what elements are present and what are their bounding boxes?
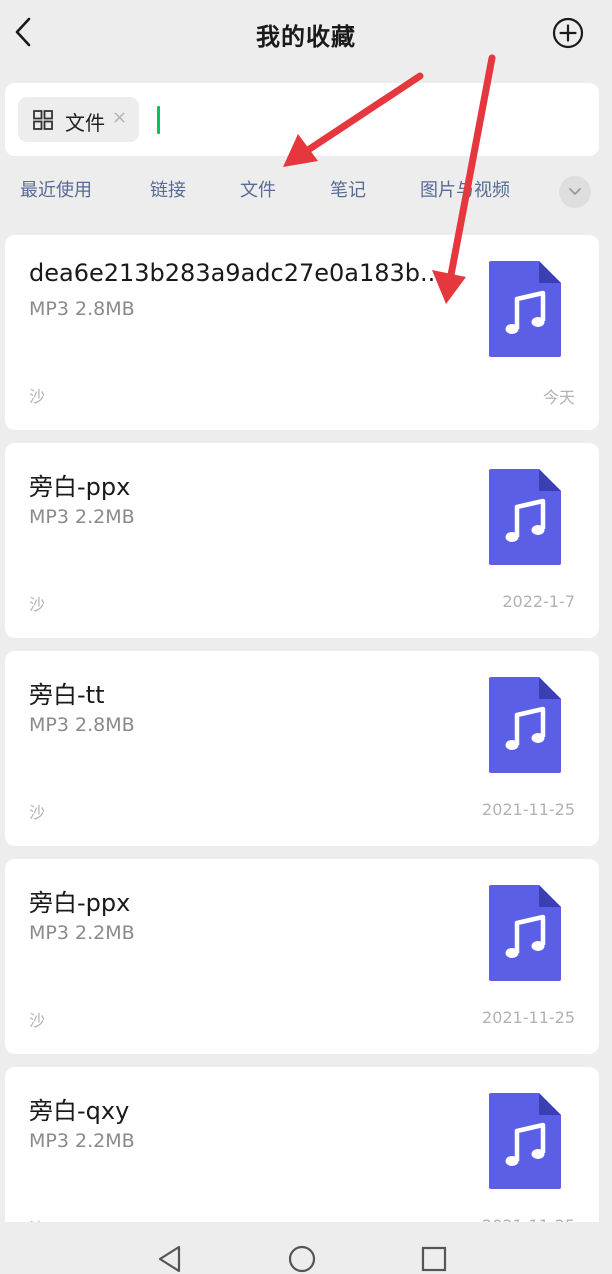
tab-links[interactable]: 链接 <box>150 176 186 202</box>
chevron-down-icon <box>569 188 581 195</box>
grid-icon <box>33 110 53 130</box>
music-file-icon <box>489 885 561 981</box>
tab-files[interactable]: 文件 <box>240 176 276 202</box>
page-title: 我的收藏 <box>256 23 356 51</box>
tab-images-videos[interactable]: 图片与视频 <box>420 176 510 202</box>
favorite-item[interactable]: dea6e213b283a9adc27e0a183b... MP3 2.8MB … <box>5 235 599 430</box>
music-file-icon <box>489 1093 561 1189</box>
tab-recent[interactable]: 最近使用 <box>20 176 92 202</box>
favorite-item[interactable]: 旁白-tt MP3 2.8MB 沙 2021-11-25 <box>5 651 599 846</box>
chip-remove-button[interactable]: × <box>112 107 127 128</box>
file-date: 2021-11-25 <box>482 1008 575 1027</box>
home-circle-icon[interactable] <box>287 1244 317 1274</box>
music-file-icon <box>489 469 561 565</box>
plus-circle-icon <box>552 17 584 49</box>
file-date: 今天 <box>542 388 575 407</box>
file-source: 沙 <box>29 803 46 822</box>
text-cursor <box>157 106 160 134</box>
music-file-icon <box>489 261 561 357</box>
favorite-item[interactable]: 旁白-ppx MP3 2.2MB 沙 2021-11-25 <box>5 859 599 1054</box>
file-meta: MP3 2.2MB <box>29 506 135 528</box>
file-name: 旁白-ppx <box>29 473 131 501</box>
file-name: 旁白-tt <box>29 681 105 709</box>
top-bar: 我的收藏 <box>0 0 612 70</box>
add-button[interactable] <box>552 17 584 49</box>
category-tabs: 最近使用 链接 文件 笔记 图片与视频 <box>0 170 612 214</box>
file-source: 沙 <box>29 1011 46 1030</box>
file-meta: MP3 2.8MB <box>29 714 135 736</box>
file-meta: MP3 2.8MB <box>29 298 135 320</box>
file-meta: MP3 2.2MB <box>29 1130 135 1152</box>
system-nav-bar <box>0 1222 612 1274</box>
file-source: 沙 <box>29 387 46 406</box>
back-triangle-icon[interactable] <box>155 1244 185 1274</box>
file-date: 2021-11-25 <box>482 800 575 819</box>
filter-chip-label: 文件 <box>65 111 105 135</box>
search-box[interactable]: 文件 × <box>5 83 599 156</box>
music-file-icon <box>489 677 561 773</box>
file-source: 沙 <box>29 595 46 614</box>
file-date: 2022-1-7 <box>502 592 575 611</box>
expand-tabs-button[interactable] <box>559 176 591 208</box>
favorite-item[interactable]: 旁白-ppx MP3 2.2MB 沙 2022-1-7 <box>5 443 599 638</box>
recents-square-icon[interactable] <box>419 1244 449 1274</box>
tab-notes[interactable]: 笔记 <box>330 176 366 202</box>
filter-chip-file[interactable]: 文件 × <box>18 97 139 142</box>
file-meta: MP3 2.2MB <box>29 922 135 944</box>
file-name: dea6e213b283a9adc27e0a183b... <box>29 259 443 287</box>
file-name: 旁白-qxy <box>29 1097 130 1125</box>
file-name: 旁白-ppx <box>29 889 131 917</box>
